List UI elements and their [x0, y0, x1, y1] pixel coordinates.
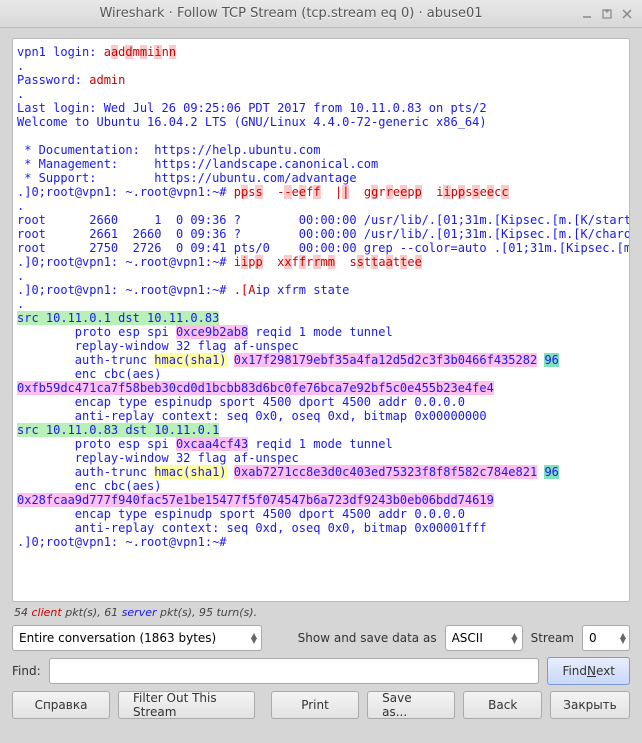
tcp-stream-text[interactable]: vpn1 login: aaddmmiinn . Password: admin… — [12, 38, 630, 602]
packet-stats: 54 client pkt(s), 61 server pkt(s), 95 t… — [12, 602, 630, 625]
conversation-select[interactable]: Entire conversation (1863 bytes) ▲▼ — [12, 625, 262, 651]
find-next-button[interactable]: Find Next — [547, 657, 630, 685]
save-as-button[interactable]: Save as... — [367, 691, 455, 719]
showas-label: Show and save data as — [298, 631, 437, 645]
find-label: Find: — [12, 664, 41, 678]
minimize-icon[interactable] — [580, 7, 594, 21]
stream-number-input[interactable]: 0 ▲▼ — [582, 625, 630, 651]
print-button[interactable]: Print — [271, 691, 359, 719]
back-button[interactable]: Back — [463, 691, 542, 719]
chevron-updown-icon: ▲▼ — [251, 633, 257, 643]
help-button[interactable]: Справка — [12, 691, 110, 719]
showas-select[interactable]: ASCII ▲▼ — [445, 625, 523, 651]
filter-out-button[interactable]: Filter Out This Stream — [118, 691, 255, 719]
chevron-updown-icon: ▲▼ — [620, 633, 626, 643]
window-title: Wireshark · Follow TCP Stream (tcp.strea… — [8, 6, 574, 21]
close-button[interactable]: Закрыть — [550, 691, 630, 719]
find-input[interactable] — [49, 658, 540, 684]
stream-label: Stream — [531, 631, 574, 645]
chevron-updown-icon: ▲▼ — [511, 633, 517, 643]
titlebar: Wireshark · Follow TCP Stream (tcp.strea… — [0, 0, 642, 28]
close-icon[interactable] — [620, 7, 634, 21]
maximize-icon[interactable] — [600, 7, 614, 21]
